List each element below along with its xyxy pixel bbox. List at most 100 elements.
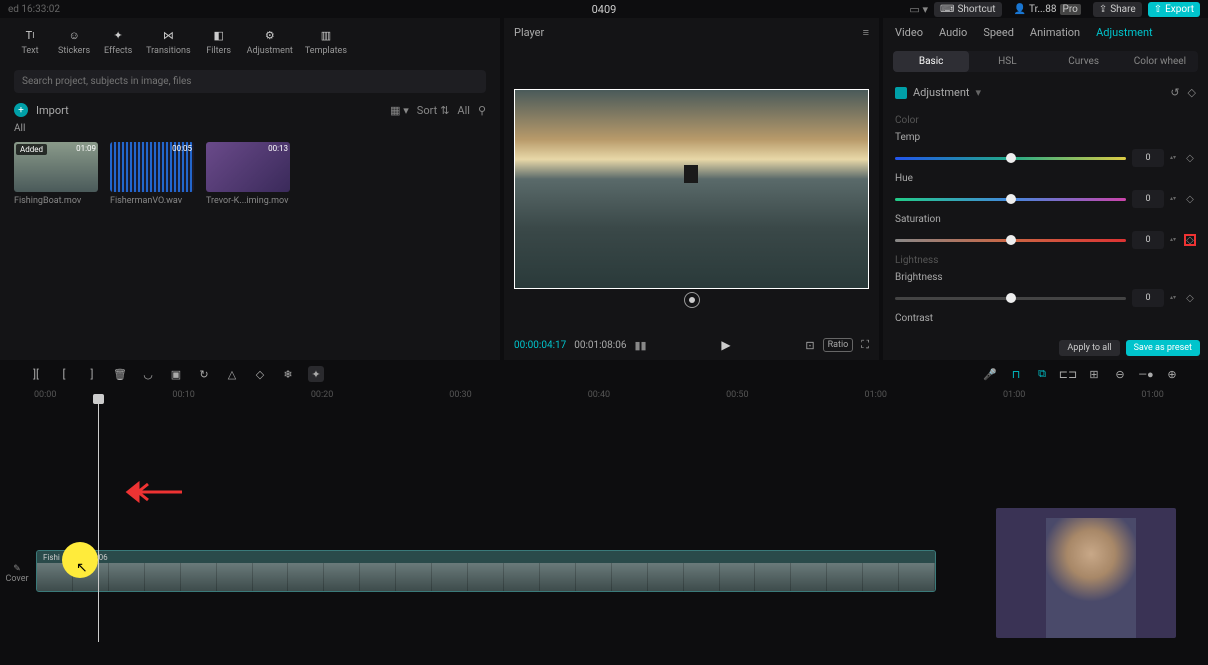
- annotation-arrow: [124, 480, 184, 504]
- transitions-tool[interactable]: ⋈Transitions: [140, 22, 197, 60]
- crop-icon[interactable]: ⊡: [805, 339, 814, 352]
- title-timestamp: ed 16:33:02: [8, 4, 405, 15]
- timeline-panel: ][ [ ] 🗑 ◡ ▣ ↻ △ ◇ ❄ ✦ 🎤 ⊓ ⧉ ⊏⊐ ⊞ ⊖ —● ⊕…: [0, 360, 1208, 665]
- rotate-tool[interactable]: ◇: [252, 366, 268, 382]
- export-button[interactable]: ⇧ Export: [1148, 2, 1200, 17]
- hue-label: Hue: [895, 173, 1196, 184]
- track-icon[interactable]: ⊞: [1086, 366, 1102, 382]
- stickers-tool[interactable]: ☺Stickers: [52, 22, 96, 60]
- media-item[interactable]: 00:05 FishermanVO.wav: [110, 142, 194, 206]
- marker-tool[interactable]: ◡: [140, 366, 156, 382]
- snap-icon[interactable]: ⊏⊐: [1060, 366, 1076, 382]
- brightness-slider[interactable]: [895, 297, 1126, 300]
- hue-value[interactable]: 0: [1132, 190, 1164, 208]
- subtab-hsl[interactable]: HSL: [969, 51, 1045, 72]
- keyframe-all-icon[interactable]: ◇: [1188, 86, 1196, 99]
- brightness-keyframe-icon[interactable]: ◇: [1184, 292, 1196, 304]
- playhead[interactable]: [98, 402, 99, 642]
- adjustment-header-label: Adjustment: [913, 86, 970, 99]
- hue-stepper[interactable]: ▴▾: [1170, 196, 1178, 202]
- color-section-label: Color: [895, 115, 1196, 126]
- zoom-in-icon[interactable]: ⊕: [1164, 366, 1180, 382]
- tab-video[interactable]: Video: [895, 26, 923, 39]
- project-title: 0409: [405, 3, 802, 16]
- text-tool[interactable]: TIText: [8, 22, 52, 60]
- sort-button[interactable]: Sort ⇅: [417, 104, 450, 117]
- trim-right-tool[interactable]: ]: [84, 366, 100, 382]
- saturation-slider[interactable]: [895, 239, 1126, 242]
- ratio-button[interactable]: Ratio: [823, 338, 854, 352]
- temp-slider[interactable]: [895, 157, 1126, 160]
- brightness-value[interactable]: 0: [1132, 289, 1164, 307]
- mouse-cursor-icon: ↖: [76, 560, 88, 576]
- crop-tool[interactable]: ▣: [168, 366, 184, 382]
- tab-animation[interactable]: Animation: [1030, 26, 1080, 39]
- media-panel: TIText ☺Stickers ✦Effects ⋈Transitions ◧…: [0, 18, 500, 360]
- volume-icon[interactable]: ▮▮: [634, 339, 646, 352]
- subtab-basic[interactable]: Basic: [893, 51, 969, 72]
- tab-speed[interactable]: Speed: [983, 26, 1014, 39]
- view-grid-icon[interactable]: ▦ ▾: [390, 104, 409, 117]
- video-clip[interactable]: Fishi00:01:08:06: [36, 550, 936, 592]
- magnet-icon[interactable]: ⊓: [1008, 366, 1024, 382]
- shortcut-button[interactable]: ⌨ Shortcut: [934, 2, 1002, 17]
- user-chip[interactable]: 👤 Tr...88 Pro: [1008, 2, 1087, 17]
- fullscreen-icon[interactable]: ⛶: [861, 338, 869, 352]
- player-panel: Player ≡ 00:00:04:17 00:01:08:06 ▮▮ ▶ ⊡ …: [504, 18, 879, 360]
- saturation-label: Saturation: [895, 214, 1196, 225]
- timeline-ruler[interactable]: 00:0000:1000:2000:3000:4000:5001:0001:00…: [0, 388, 1208, 402]
- split-tool[interactable]: ][: [28, 366, 44, 382]
- freeze-tool[interactable]: ❄: [280, 366, 296, 382]
- zoom-slider[interactable]: —●: [1138, 366, 1154, 382]
- adjustment-tool[interactable]: ⚙Adjustment: [241, 22, 299, 60]
- effects-tool[interactable]: ✦Effects: [96, 22, 140, 60]
- saturation-keyframe-icon[interactable]: ◇: [1184, 234, 1196, 246]
- share-button[interactable]: ⇪ Share: [1093, 2, 1142, 17]
- mic-icon[interactable]: 🎤: [982, 366, 998, 382]
- inspector-panel: Video Audio Speed Animation Adjustment B…: [883, 18, 1208, 360]
- reverse-tool[interactable]: ↻: [196, 366, 212, 382]
- search-input[interactable]: [14, 70, 486, 93]
- adjustment-checkbox[interactable]: [895, 87, 907, 99]
- filters-tool[interactable]: ◧Filters: [197, 22, 241, 60]
- media-item[interactable]: Added01:09 FishingBoat.mov: [14, 142, 98, 206]
- play-button[interactable]: ▶: [721, 338, 730, 352]
- player-menu-icon[interactable]: ≡: [863, 26, 869, 39]
- apply-to-all-button[interactable]: Apply to all: [1059, 340, 1119, 356]
- zoom-out-icon[interactable]: ⊖: [1112, 366, 1128, 382]
- saturation-value[interactable]: 0: [1132, 231, 1164, 249]
- player-title: Player: [514, 26, 544, 39]
- webcam-pip: [996, 508, 1176, 638]
- temp-stepper[interactable]: ▴▾: [1170, 155, 1178, 161]
- hue-keyframe-icon[interactable]: ◇: [1184, 193, 1196, 205]
- smart-tool[interactable]: ✦: [308, 366, 324, 382]
- reset-all-icon[interactable]: ↺: [1170, 86, 1179, 99]
- templates-tool[interactable]: ▥Templates: [299, 22, 353, 60]
- brightness-label: Brightness: [895, 272, 1196, 283]
- filter-all-button[interactable]: All: [457, 104, 470, 117]
- import-plus-icon[interactable]: +: [14, 103, 28, 117]
- saturation-stepper[interactable]: ▴▾: [1170, 237, 1178, 243]
- save-preset-button[interactable]: Save as preset: [1126, 340, 1200, 356]
- video-preview[interactable]: [514, 89, 869, 289]
- all-tab[interactable]: All: [0, 123, 500, 134]
- record-button[interactable]: [684, 292, 700, 308]
- temp-value[interactable]: 0: [1132, 149, 1164, 167]
- filter-icon[interactable]: ⚲: [478, 104, 486, 117]
- tab-adjustment[interactable]: Adjustment: [1096, 26, 1153, 39]
- hue-slider[interactable]: [895, 198, 1126, 201]
- brightness-stepper[interactable]: ▴▾: [1170, 295, 1178, 301]
- trim-left-tool[interactable]: [: [56, 366, 72, 382]
- delete-tool[interactable]: 🗑: [112, 366, 128, 382]
- tab-audio[interactable]: Audio: [939, 26, 967, 39]
- link-icon[interactable]: ⧉: [1034, 366, 1050, 382]
- subtab-colorwheel[interactable]: Color wheel: [1122, 51, 1198, 72]
- mirror-tool[interactable]: △: [224, 366, 240, 382]
- layout-icon[interactable]: ▭ ▾: [909, 3, 928, 16]
- import-label[interactable]: Import: [36, 104, 69, 117]
- cover-button[interactable]: ✎Cover: [4, 564, 30, 584]
- temp-keyframe-icon[interactable]: ◇: [1184, 152, 1196, 164]
- media-item[interactable]: 00:13 Trevor-K...iming.mov: [206, 142, 290, 206]
- temp-label: Temp: [895, 132, 1196, 143]
- subtab-curves[interactable]: Curves: [1046, 51, 1122, 72]
